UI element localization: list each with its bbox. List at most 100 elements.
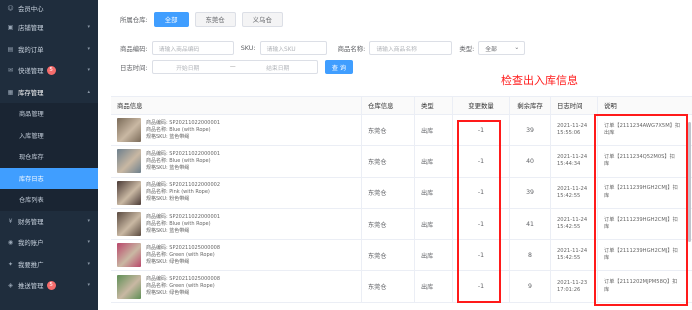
sidebar-item-promote[interactable]: ✦ 我要推广 ▾ xyxy=(0,254,98,276)
log-clock: 15:44:34 xyxy=(557,161,581,168)
warehouse-all-button[interactable]: 全部 xyxy=(153,12,189,27)
sidebar-item-shop[interactable]: ▣ 店铺管理 ▾ xyxy=(0,17,98,39)
type-cell: 出库 xyxy=(415,240,453,271)
product-name: 商品名称: Blue (with Rope) xyxy=(146,157,211,164)
log-date: 2021-11-23 xyxy=(557,279,588,286)
highlight-box-note xyxy=(594,114,688,306)
start-date-input[interactable]: 开始日期 xyxy=(153,63,223,72)
date-filter: 日志时间: 开始日期 — 结束日期 查 询 xyxy=(120,60,354,74)
sidebar-item-label: 我的账户 xyxy=(18,239,44,248)
type-select[interactable]: 全部 ⌄ xyxy=(478,41,526,55)
product-spec: 规格SKU: 绿色带绳 xyxy=(146,258,190,265)
sidebar-item-finance[interactable]: ¥ 财务管理 ▾ xyxy=(0,211,98,233)
product-thumbnail xyxy=(117,180,141,205)
product-cell: 商品编码: SP20211022000001 商品名称: Blue (with … xyxy=(111,208,362,240)
sidebar-subitem-inbound[interactable]: 入库管理 xyxy=(0,124,98,146)
product-name-input[interactable]: 请输入商品名称 xyxy=(369,41,453,55)
sidebar-item-member-center[interactable]: ☺ 会员中心 xyxy=(0,0,98,17)
chevron-down-icon: ▾ xyxy=(87,282,90,288)
product-info: 商品编码: SP20211025000008 商品名称: Green (with… xyxy=(146,276,220,297)
sidebar-subitem-label: 库存日志 xyxy=(19,175,44,183)
log-time-cell: 2021-11-24 15:55:06 xyxy=(551,115,598,146)
sidebar-subitem-stock-log[interactable]: 库存日志 xyxy=(0,167,98,189)
scrollbar[interactable] xyxy=(688,122,691,242)
product-spec: 规格SKU: 蓝色带绳 xyxy=(146,164,190,171)
remaining-stock-cell: 9 xyxy=(510,271,551,302)
sidebar-item-account[interactable]: ◉ 我的账户 ▾ xyxy=(0,232,98,254)
highlight-box-qty xyxy=(457,120,501,303)
log-clock: 17:01:26 xyxy=(557,286,581,293)
chevron-down-icon: ▾ xyxy=(87,45,90,52)
type-cell: 出库 xyxy=(415,271,453,302)
sidebar-item-express[interactable]: ✉ 快递管理 5 ▾ xyxy=(0,60,98,82)
log-clock: 15:42:55 xyxy=(557,255,581,262)
annotation-text: 检查出入库信息 xyxy=(501,74,578,87)
query-button[interactable]: 查 询 xyxy=(324,60,354,74)
order-icon: ▤ xyxy=(7,45,14,53)
product-thumbnail xyxy=(117,274,141,299)
sidebar-item-orders[interactable]: ▤ 我的订单 ▾ xyxy=(0,39,98,61)
log-clock: 15:55:06 xyxy=(557,130,581,137)
log-date: 2021-11-24 xyxy=(557,154,588,161)
product-spec: 规格SKU: 粉色带绳 xyxy=(146,196,190,203)
sku-input[interactable]: 请输入SKU xyxy=(259,41,327,55)
product-info: 商品编码: SP20211022000001 商品名称: Blue (with … xyxy=(146,120,220,141)
express-icon: ✉ xyxy=(7,67,14,75)
log-date: 2021-11-24 xyxy=(557,217,588,224)
product-cell: 商品编码: SP20211025000008 商品名称: Green (with… xyxy=(111,240,362,271)
product-cell: 商品编码: SP20211022000001 商品名称: Blue (with … xyxy=(111,115,362,146)
remaining-stock-cell: 40 xyxy=(510,146,551,177)
warehouse-cell: 东莞仓 xyxy=(362,146,415,177)
warehouse-filter: 所属仓库: 全部 东莞仓 义乌仓 xyxy=(120,12,283,27)
sidebar-subitem-label: 入库管理 xyxy=(19,132,44,140)
count-badge: 5 xyxy=(46,281,56,291)
user-icon: ☺ xyxy=(7,5,14,12)
sidebar-item-push[interactable]: ◈ 推送管理 5 ▾ xyxy=(0,275,98,297)
sidebar-item-label: 推送管理 xyxy=(18,282,44,291)
main-content: 所属仓库: 全部 东莞仓 义乌仓 商品编码: 请输入商品编码 SKU: 请输入S… xyxy=(98,0,692,310)
remaining-stock-cell: 39 xyxy=(510,177,551,208)
table-header: 商品信息 仓库信息 类型 变更数量 剩余库存 日志时间 说明 xyxy=(111,97,692,115)
sku-code-input[interactable]: 请输入商品编码 xyxy=(151,41,234,55)
product-info: 商品编码: SP20211022000002 商品名称: Pink (with … xyxy=(146,182,220,203)
header-remaining-stock: 剩余库存 xyxy=(510,97,551,114)
warehouse-dongguan-button[interactable]: 东莞仓 xyxy=(194,12,236,27)
log-date: 2021-11-24 xyxy=(557,185,588,192)
sidebar-subitem-warehouse-list[interactable]: 仓库列表 xyxy=(0,189,98,211)
sidebar-item-inventory[interactable]: ▦ 库存管理 ▴ xyxy=(0,82,98,104)
warehouse-cell: 东莞仓 xyxy=(362,177,415,208)
sidebar-item-label: 库存管理 xyxy=(18,88,44,97)
sidebar-subitem-label: 商品管理 xyxy=(19,111,44,119)
product-cell: 商品编码: SP20211022000001 商品名称: Blue (with … xyxy=(111,146,362,177)
product-thumbnail xyxy=(117,118,141,143)
chevron-down-icon: ▾ xyxy=(87,239,90,245)
end-date-input[interactable]: 结束日期 xyxy=(243,63,313,72)
product-spec: 规格SKU: 蓝色带绳 xyxy=(146,133,190,140)
sidebar-item-label: 会员中心 xyxy=(18,5,44,13)
header-log-time: 日志时间 xyxy=(551,97,598,114)
date-range-picker[interactable]: 开始日期 — 结束日期 xyxy=(151,60,318,74)
chevron-down-icon: ▾ xyxy=(87,24,90,30)
warehouse-yiwu-button[interactable]: 义乌仓 xyxy=(241,12,283,27)
product-name: 商品名称: Blue (with Rope) xyxy=(146,220,211,227)
log-date-label: 日志时间: xyxy=(120,63,148,72)
sidebar-subitem-products[interactable]: 商品管理 xyxy=(0,103,98,125)
count-badge: 5 xyxy=(46,66,56,76)
product-spec: 规格SKU: 蓝色带绳 xyxy=(146,227,190,234)
header-change-qty: 变更数量 xyxy=(453,97,510,114)
sidebar-subitem-stock[interactable]: 现仓库存 xyxy=(0,146,98,168)
sidebar-item-label: 财务管理 xyxy=(18,217,44,226)
chevron-down-icon: ▾ xyxy=(87,67,90,73)
log-clock: 15:42:55 xyxy=(557,192,581,199)
sidebar-item-label: 我要推广 xyxy=(18,260,44,269)
product-code: 商品编码: SP20211025000008 xyxy=(146,244,220,251)
log-time-cell: 2021-11-24 15:44:34 xyxy=(551,146,598,177)
product-code: 商品编码: SP20211022000001 xyxy=(146,213,220,220)
log-date: 2021-11-24 xyxy=(557,248,588,255)
log-time-cell: 2021-11-24 15:42:55 xyxy=(551,177,598,208)
app: ☺ 会员中心 ▣ 店铺管理 ▾ ▤ 我的订单 ▾ ✉ 快递管理 5 ▾ ▦ 库存… xyxy=(0,0,692,310)
chevron-down-icon: ▾ xyxy=(87,260,90,267)
type-cell: 出库 xyxy=(415,208,453,240)
remaining-stock-cell: 39 xyxy=(510,115,551,146)
log-time-cell: 2021-11-24 15:42:55 xyxy=(551,240,598,271)
